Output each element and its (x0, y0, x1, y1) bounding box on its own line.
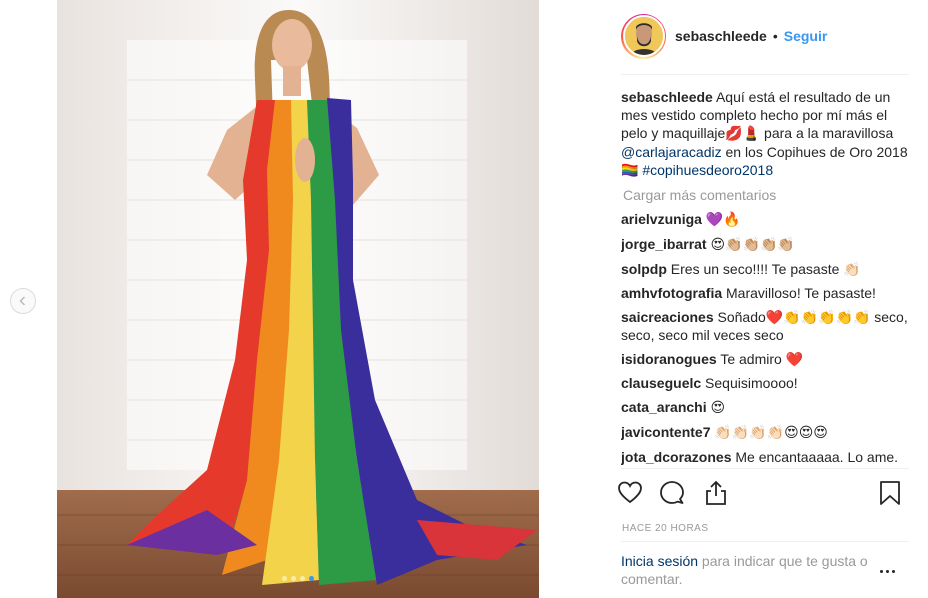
carousel-dot (300, 576, 305, 581)
bookmark-icon (880, 481, 900, 505)
share-button[interactable] (703, 480, 729, 506)
mention-link[interactable]: @carlajaracadiz (621, 144, 722, 160)
comment: jota_dcorazones Me encantaaaaa. Lo ame. (621, 448, 909, 466)
comment: javicontente7 👏🏻👏🏻👏🏻👏🏻😍😍😍 (621, 423, 909, 442)
comment-text: Me encantaaaaa. Lo ame. (735, 449, 899, 465)
comment-username[interactable]: jota_dcorazones (621, 449, 731, 465)
comment-username[interactable]: saicreaciones (621, 309, 714, 325)
header-username[interactable]: sebaschleede (675, 28, 767, 44)
comment-text: Sequisimoooo! (705, 375, 798, 391)
more-dot (892, 570, 895, 573)
comments-list[interactable]: sebaschleede Aquí está el resultado de u… (621, 88, 909, 466)
comment-username[interactable]: javicontente7 (621, 424, 710, 440)
heart-icon (618, 481, 642, 504)
load-more-comments[interactable]: Cargar más comentarios (623, 186, 909, 204)
post-timestamp[interactable]: HACE 20 HORAS (622, 523, 709, 534)
divider (621, 74, 909, 75)
post-header: sebaschleede • Seguir (621, 13, 827, 59)
caption-emoji: 💋💄 (725, 126, 761, 142)
login-link[interactable]: Inicia sesión (621, 553, 698, 569)
comment-username[interactable]: jorge_ibarrat (621, 236, 707, 252)
login-prompt: Inicia sesión para indicar que te gusta … (621, 552, 876, 588)
comment-button[interactable] (659, 480, 685, 506)
comment-text: Maravilloso! Te pasaste! (726, 285, 876, 301)
avatar-icon (624, 17, 663, 55)
follow-button[interactable]: Seguir (784, 28, 828, 44)
comment-bubble-icon (660, 481, 684, 504)
caption: sebaschleede Aquí está el resultado de u… (621, 88, 909, 180)
comment-text: Eres un seco!!!! Te pasaste 👏🏻 (670, 261, 861, 277)
comment-username[interactable]: clauseguelc (621, 375, 701, 391)
comment: cata_aranchi 😍 (621, 398, 909, 417)
comment: arielvzuniga 💜🔥 (621, 210, 909, 229)
like-button[interactable] (617, 480, 643, 506)
more-dot (886, 570, 889, 573)
comment-text: Te admiro ❤️ (720, 351, 804, 367)
avatar[interactable] (621, 13, 666, 59)
chevron-left-icon (19, 296, 26, 306)
carousel-indicator (282, 576, 314, 581)
share-icon (706, 480, 726, 505)
comment-username[interactable]: isidoranogues (621, 351, 717, 367)
caption-text: en los Copihues de Oro 2018 (721, 144, 908, 160)
hashtag-link[interactable]: #copihuesdeoro2018 (642, 162, 773, 178)
comment: solpdp Eres un seco!!!! Te pasaste 👏🏻 (621, 260, 909, 278)
post-sidebar: sebaschleede • Seguir sebaschleede Aquí … (618, 0, 911, 598)
comment-text: 😍👏🏼👏🏼👏🏼👏🏼 (710, 237, 795, 253)
comment-username[interactable]: solpdp (621, 261, 667, 277)
rainbow-flag-emoji: 🏳️‍🌈 (621, 163, 639, 179)
previous-photo-button[interactable] (10, 288, 36, 314)
divider (621, 541, 909, 542)
comment-text: 💜🔥 (705, 212, 741, 228)
comment-text: 😍 (710, 400, 726, 416)
comment-username[interactable]: amhvfotografia (621, 285, 722, 301)
comment: jorge_ibarrat 😍👏🏼👏🏼👏🏼👏🏼 (621, 235, 909, 254)
caption-text: para a la maravillosa (760, 125, 894, 141)
comment: isidoranogues Te admiro ❤️ (621, 350, 909, 368)
dress-photo-illustration (57, 0, 539, 598)
comment-username[interactable]: arielvzuniga (621, 211, 702, 227)
comment: saicreaciones Soñado❤️👏👏👏👏👏 seco, seco, … (621, 308, 909, 344)
comment: clauseguelc Sequisimoooo! (621, 374, 909, 392)
divider (621, 468, 909, 469)
post-photo[interactable] (57, 0, 539, 598)
action-bar (618, 480, 909, 508)
carousel-dot (282, 576, 287, 581)
header-separator: • (772, 28, 778, 44)
comment-text: 👏🏻👏🏻👏🏻👏🏻😍😍😍 (714, 425, 828, 441)
more-dot (880, 570, 883, 573)
save-button[interactable] (877, 480, 903, 506)
comment-username[interactable]: cata_aranchi (621, 399, 707, 415)
caption-username[interactable]: sebaschleede (621, 89, 713, 105)
comment: amhvfotografia Maravilloso! Te pasaste! (621, 284, 909, 302)
more-options-button[interactable] (880, 570, 900, 576)
carousel-dot (291, 576, 296, 581)
carousel-dot-active (309, 576, 314, 581)
